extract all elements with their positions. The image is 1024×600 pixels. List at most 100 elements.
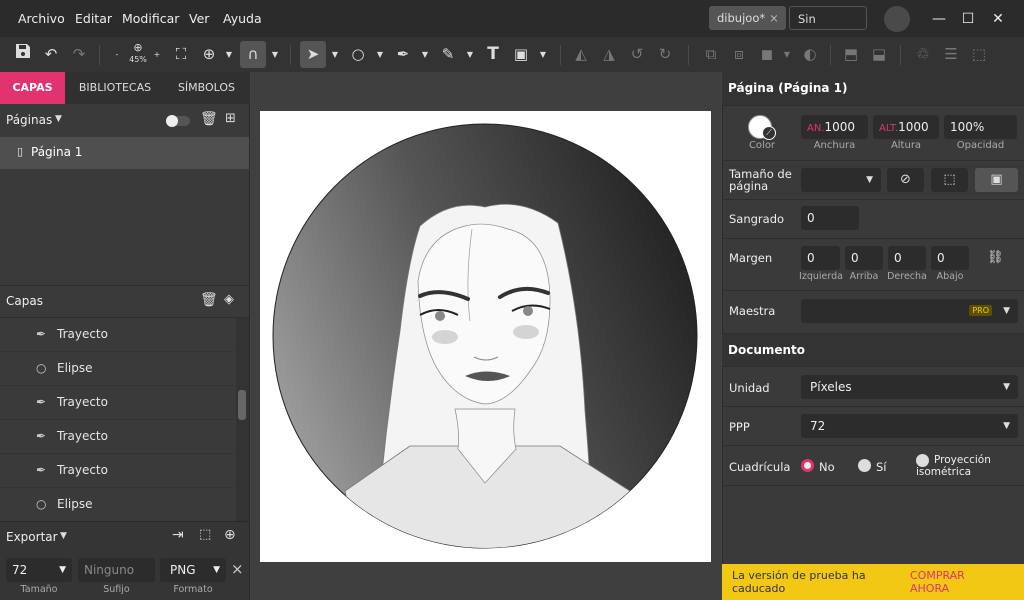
export-icon[interactable]: ⇥ (172, 527, 184, 543)
export-size-select[interactable]: 72 ▼ (6, 558, 72, 582)
close-window-icon[interactable]: ✕ (987, 8, 1009, 30)
flip-vertical-icon[interactable]: ◮ (596, 41, 622, 68)
layer-item[interactable]: ○ Elipse (0, 352, 234, 386)
eyedropper-icon[interactable]: ⟋ (762, 126, 776, 140)
remove-export-icon[interactable]: × (231, 560, 244, 578)
menu-ver[interactable]: Ver (189, 0, 209, 37)
add-export-icon[interactable]: ⊕ (224, 527, 236, 543)
menu-modificar[interactable]: Modificar (122, 0, 179, 37)
chevron-down-icon[interactable]: ▼ (330, 41, 340, 68)
layer-item[interactable]: ✒ Trayecto (0, 386, 234, 420)
rotate-left-icon[interactable]: ↺ (624, 41, 650, 68)
export-header[interactable]: Exportar (6, 530, 58, 544)
pen-tool-icon[interactable]: ✒ (390, 41, 416, 68)
page-item[interactable]: ▯ Página 1 (0, 137, 249, 169)
tab-bibliotecas[interactable]: BIBLIOTECAS (67, 72, 163, 104)
master-select[interactable]: PRO ▼ (801, 299, 1018, 323)
export-selection-icon[interactable]: ⬚ (199, 527, 211, 542)
zoom-in-button[interactable]: + (152, 41, 162, 68)
menu-ayuda[interactable]: Ayuda (223, 0, 262, 37)
chevron-down-icon[interactable]: ▼ (224, 41, 234, 68)
chevron-down-icon[interactable]: ▼ (375, 41, 385, 68)
bring-forward-icon[interactable]: ⬒ (838, 41, 864, 68)
artboard-page[interactable] (260, 111, 711, 562)
document-tab-dibujoo[interactable]: dibujoo* × (709, 6, 786, 30)
menu-archivo[interactable]: Archivo (18, 0, 65, 37)
mask-icon[interactable]: ◐ (797, 41, 823, 68)
grid-si-radio[interactable] (858, 459, 871, 472)
opacity-input[interactable]: 100% (944, 115, 1017, 139)
export-format-select[interactable]: PNG ▼ (160, 558, 226, 582)
export-suffix-input[interactable]: Ninguno (78, 558, 155, 582)
pages-toggle[interactable] (166, 115, 190, 127)
pages-header[interactable]: Páginas (6, 113, 52, 127)
layer-item[interactable]: ○ Elipse (0, 488, 234, 522)
boolean-union-icon[interactable]: ◼ (754, 41, 780, 68)
grid-no-radio[interactable] (801, 459, 814, 472)
height-input[interactable]: ALT.1000 (873, 115, 939, 139)
buy-now-link[interactable]: COMPRAR AHORA (910, 569, 980, 595)
margin-top-input[interactable]: 0 (845, 246, 883, 270)
ungroup-icon[interactable]: ⧈ (726, 41, 752, 68)
fit-to-screen-icon[interactable]: ⛶ (168, 41, 194, 68)
document-tab-sin-titulo[interactable]: Sin título*× (789, 6, 867, 50)
tab-close-icon[interactable]: × (769, 11, 779, 25)
text-tool-icon[interactable]: T (480, 41, 506, 68)
link-margins-icon[interactable]: ⛓ (987, 250, 1004, 265)
menu-editar[interactable]: Editar (75, 0, 112, 37)
pointer-tool-icon[interactable]: ➤ (300, 41, 326, 68)
recycle-icon[interactable]: ♲ (910, 41, 936, 68)
layer-item[interactable]: ✒ Trayecto (0, 318, 234, 352)
zoom-out-button[interactable]: - (112, 41, 122, 68)
trash-icon[interactable]: 🗑 (200, 292, 218, 308)
chevron-down-icon: ▼ (213, 565, 220, 575)
margin-bottom-input[interactable]: 0 (931, 246, 969, 270)
export-size-value: 72 (12, 563, 28, 577)
ellipse-tool-icon[interactable]: ○ (345, 41, 371, 68)
orientation-icon[interactable]: ⊘ (887, 168, 924, 192)
ppp-select[interactable]: 72 ▼ (801, 414, 1018, 438)
zoom-level-control[interactable]: ⊕ 45% (125, 42, 151, 65)
chevron-down-icon[interactable]: ▼ (465, 41, 475, 68)
rotate-right-icon[interactable]: ↻ (652, 41, 678, 68)
group-icon[interactable]: ⧉ (698, 41, 724, 68)
width-input[interactable]: AN.1000 (801, 115, 868, 139)
flip-horizontal-icon[interactable]: ◭ (568, 41, 594, 68)
redo-icon[interactable]: ↷ (66, 41, 92, 68)
snap-magnet-icon[interactable]: ∩ (240, 41, 266, 68)
minimize-icon[interactable]: — (928, 8, 950, 30)
align-icon[interactable]: ☰ (938, 41, 964, 68)
undo-icon[interactable]: ↶ (38, 41, 64, 68)
margin-left-input[interactable]: 0 (801, 246, 840, 270)
send-backward-icon[interactable]: ⬓ (866, 41, 892, 68)
unit-select[interactable]: Píxeles ▼ (801, 375, 1018, 399)
add-page-icon[interactable]: ⊞ (225, 111, 236, 126)
scrollbar-thumb[interactable] (238, 390, 246, 420)
layer-item[interactable]: ✒ Trayecto (0, 454, 234, 488)
layers-scrollbar[interactable] (236, 318, 249, 521)
save-icon[interactable] (10, 41, 36, 68)
fit-page-icon[interactable]: ⬚ (931, 168, 968, 192)
chevron-down-icon[interactable]: ▼ (55, 114, 62, 124)
chevron-down-icon[interactable]: ▼ (420, 41, 430, 68)
layer-item[interactable]: ✒ Trayecto (0, 420, 234, 454)
chevron-down-icon[interactable]: ▼ (270, 41, 280, 68)
pen-icon: ✒ (36, 327, 47, 341)
zoom-icon[interactable]: ⊕ (196, 41, 222, 68)
add-layer-icon[interactable]: ◈ (224, 292, 234, 307)
image-tool-icon[interactable]: ▣ (508, 41, 534, 68)
trash-icon[interactable]: 🗑 (200, 111, 218, 127)
tab-simbolos[interactable]: SÍMBOLOS (165, 72, 248, 104)
chevron-down-icon[interactable]: ▼ (782, 41, 792, 68)
chevron-down-icon[interactable]: ▼ (538, 41, 548, 68)
bleed-input[interactable]: 0 (801, 206, 859, 230)
frame-icon[interactable]: ⬚ (966, 41, 992, 68)
pencil-tool-icon[interactable]: ✎ (435, 41, 461, 68)
fit-content-icon[interactable]: ▣ (975, 168, 1018, 192)
margin-right-input[interactable]: 0 (888, 246, 926, 270)
page-size-select[interactable]: ▼ (801, 168, 881, 192)
tab-capas[interactable]: CAPAS (0, 72, 65, 104)
maximize-icon[interactable]: ☐ (957, 8, 979, 30)
chevron-down-icon[interactable]: ▼ (60, 531, 67, 541)
user-avatar[interactable] (884, 6, 910, 32)
